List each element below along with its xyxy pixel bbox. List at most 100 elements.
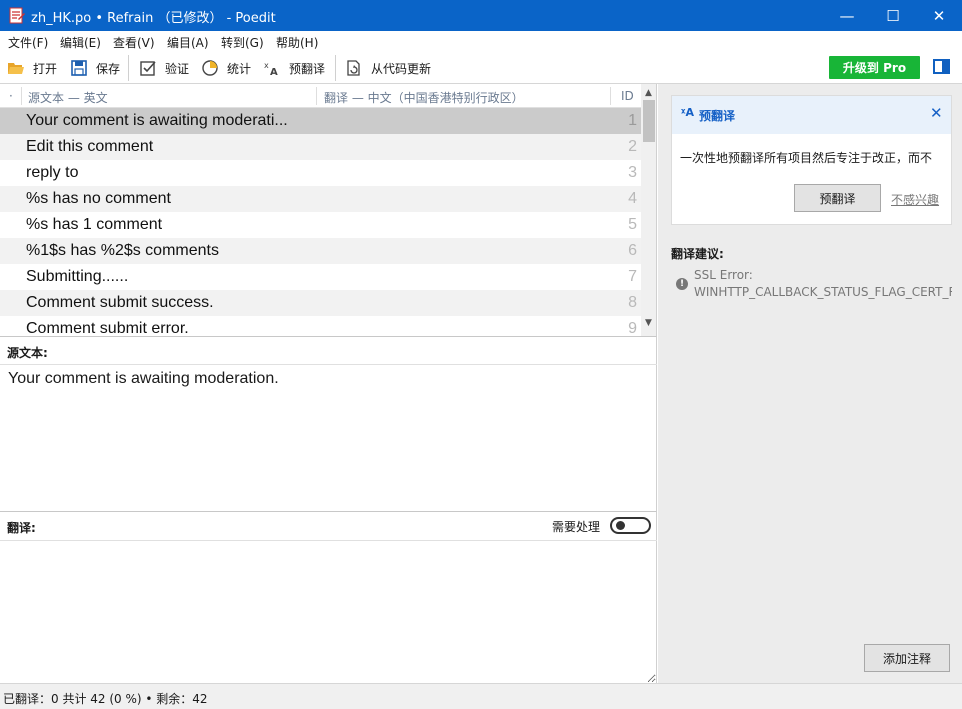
menu-goto[interactable]: 转到(G) [221, 34, 264, 51]
add-comment-button[interactable]: 添加注释 [864, 644, 950, 672]
row-id: 5 [628, 216, 637, 233]
row-id: 9 [628, 320, 637, 336]
stats-button[interactable]: 统计 [201, 57, 251, 79]
open-label: 打开 [33, 61, 58, 76]
table-row[interactable]: %s has no comment 4 [0, 186, 641, 212]
toolbar: 打开 保存 验证 统计 x A 预翻译 从代码更新 [0, 52, 962, 84]
scrollbar-thumb[interactable] [643, 100, 655, 142]
pie-chart-icon [202, 60, 218, 76]
column-divider [21, 87, 22, 105]
pretranslate-card-button[interactable]: 预翻译 [794, 184, 881, 212]
toolbar-separator [128, 55, 129, 81]
poedit-app-icon [9, 7, 25, 24]
source-text: Your comment is awaiting moderation. [8, 370, 279, 387]
checkbox-check-icon [140, 61, 156, 76]
row-source-text: %1$s has %2$s comments [26, 242, 219, 259]
svg-text:x: x [264, 61, 269, 70]
menu-edit[interactable]: 编辑(E) [60, 34, 101, 51]
row-source-text: Comment submit error. [26, 320, 189, 336]
not-interested-link[interactable]: 不感兴趣 [891, 191, 939, 208]
pretranslate-card: ᵡA 预翻译 ✕ 一次性地预翻译所有项目然后专注于改正，而不 预翻译 不感兴趣 [671, 95, 952, 225]
table-row[interactable]: Your comment is awaiting moderati... 1 [0, 108, 641, 134]
column-status-header[interactable]: · [9, 89, 13, 103]
table-row[interactable]: Comment submit error. 9 [0, 316, 641, 336]
close-window-button[interactable]: ✕ [916, 0, 962, 31]
sidebar: ᵡA 预翻译 ✕ 一次性地预翻译所有项目然后专注于改正，而不 预翻译 不感兴趣 … [658, 84, 962, 683]
error-icon: ! [676, 278, 688, 290]
column-translation-header[interactable]: 翻译 — 中文（中国香港特别行政区） [324, 89, 524, 106]
title-bar: zh_HK.po • Refrain （已修改） - Poedit — ☐ ✕ [0, 0, 962, 31]
row-source-text: %s has 1 comment [26, 216, 163, 233]
close-icon[interactable]: ✕ [930, 104, 943, 122]
stats-label: 统计 [227, 61, 252, 76]
update-from-code-button[interactable]: 从代码更新 [345, 57, 431, 79]
pretranslate-label: 预翻译 [289, 61, 326, 76]
status-bar: 已翻译：0 共计 42 (0 %) • 剩余：42 [0, 683, 962, 709]
table-row[interactable]: Submitting...... 7 [0, 264, 641, 290]
update-from-code-label: 从代码更新 [371, 61, 432, 76]
card-title: 预翻译 [699, 109, 736, 123]
row-source-text: %s has no comment [26, 190, 171, 207]
row-id: 6 [628, 242, 637, 259]
row-source-text: Submitting...... [26, 268, 129, 285]
row-id: 2 [628, 138, 637, 155]
source-label: 源文本: [7, 346, 48, 360]
menu-view[interactable]: 查看(V) [113, 34, 155, 51]
refresh-document-icon [347, 60, 360, 76]
sidebar-toggle-icon[interactable] [933, 59, 950, 74]
list-header: · 源文本 — 英文 翻译 — 中文（中国香港特别行政区） ID [0, 84, 641, 108]
translation-pane: 翻译: 需要处理 [0, 511, 657, 683]
row-source-text: Comment submit success. [26, 294, 214, 311]
row-id: 7 [628, 268, 637, 285]
table-row[interactable]: reply to 3 [0, 160, 641, 186]
row-id: 4 [628, 190, 637, 207]
table-row[interactable]: Edit this comment 2 [0, 134, 641, 160]
table-row[interactable]: Comment submit success. 8 [0, 290, 641, 316]
entry-rows: Your comment is awaiting moderati... 1 E… [0, 108, 641, 336]
divider [0, 364, 657, 365]
card-description: 一次性地预翻译所有项目然后专注于改正，而不 [680, 151, 933, 165]
save-icon [71, 60, 87, 76]
validate-button[interactable]: 验证 [139, 57, 189, 79]
window-title: zh_HK.po • Refrain （已修改） - Poedit [31, 11, 276, 26]
entry-list: · 源文本 — 英文 翻译 — 中文（中国香港特别行政区） ID Your co… [0, 84, 657, 336]
translate-icon: x A [264, 61, 278, 77]
status-text: 已翻译：0 共计 42 (0 %) • 剩余：42 [3, 692, 208, 706]
menu-bar: 文件(F) 编辑(E) 查看(V) 编目(A) 转到(G) 帮助(H) [0, 31, 962, 52]
scroll-down-icon[interactable]: ▼ [645, 318, 652, 328]
table-row[interactable]: %s has 1 comment 5 [0, 212, 641, 238]
column-divider [316, 87, 317, 105]
translation-input[interactable] [0, 541, 656, 683]
scroll-up-icon[interactable]: ▲ [645, 88, 652, 98]
validate-label: 验证 [165, 61, 190, 76]
open-button[interactable]: 打开 [7, 57, 57, 79]
translate-icon: ᵡA [681, 106, 694, 119]
column-id-header[interactable]: ID [621, 89, 634, 103]
minimize-button[interactable]: — [824, 0, 870, 31]
list-scrollbar[interactable]: ▲ ▼ [641, 84, 656, 336]
upgrade-pro-button[interactable]: 升级到 Pro [829, 56, 920, 79]
row-id: 8 [628, 294, 637, 311]
suggestion-detail: WINHTTP_CALLBACK_STATUS_FLAG_CERT_REV [694, 285, 952, 299]
pretranslate-button[interactable]: x A 预翻译 [263, 57, 325, 79]
toolbar-separator [335, 55, 336, 81]
column-divider [610, 87, 611, 105]
table-row[interactable]: %1$s has %2$s comments 6 [0, 238, 641, 264]
folder-open-icon [8, 63, 24, 74]
suggestion-title: SSL Error: [694, 268, 753, 282]
menu-help[interactable]: 帮助(H) [276, 34, 318, 51]
maximize-button[interactable]: ☐ [870, 0, 916, 31]
row-source-text: Edit this comment [26, 138, 154, 155]
translation-label: 翻译: [7, 521, 36, 535]
needs-work-toggle[interactable] [610, 517, 651, 534]
column-source-header[interactable]: 源文本 — 英文 [28, 89, 108, 106]
save-label: 保存 [96, 61, 121, 76]
menu-file[interactable]: 文件(F) [8, 34, 48, 51]
menu-catalog[interactable]: 编目(A) [167, 34, 209, 51]
row-source-text: Your comment is awaiting moderati... [26, 112, 288, 129]
source-pane: 源文本: Your comment is awaiting moderation… [0, 336, 657, 511]
row-id: 3 [628, 164, 637, 181]
svg-text:A: A [270, 67, 278, 77]
save-button[interactable]: 保存 [70, 57, 120, 79]
row-id: 1 [628, 112, 637, 129]
